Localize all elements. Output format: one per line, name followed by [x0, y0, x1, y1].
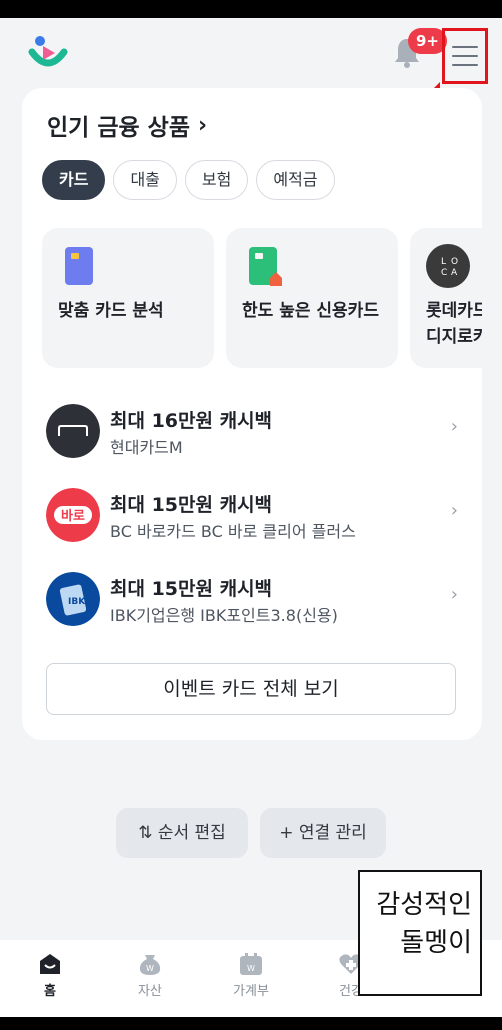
chevron-right-icon: › — [450, 416, 458, 437]
chevron-right-icon: › — [450, 500, 458, 521]
watermark-line2: 돌멩이 — [400, 928, 472, 958]
product-tiles: 맞춤 카드 분석 한도 높은 신용카드 L O C A 롯데카드 디지로카 — [42, 228, 482, 368]
hyundai-card-logo — [46, 404, 100, 458]
app-logo — [28, 36, 68, 67]
list-item[interactable]: 바로 최대 15만원 캐시백 BC 바로카드 BC 바로 클리어 플러스 › — [22, 472, 482, 556]
chevron-right-icon: › — [450, 584, 458, 605]
tile-lotte-card[interactable]: L O C A 롯데카드 디지로카 — [410, 228, 482, 368]
svg-text:W: W — [247, 964, 255, 973]
green-card-icon — [249, 247, 282, 286]
watermark: 감성적인 돌멩이 — [358, 870, 482, 996]
tile-high-limit-card[interactable]: 한도 높은 신용카드 — [226, 228, 398, 368]
tile-card-analysis[interactable]: 맞춤 카드 분석 — [42, 228, 214, 368]
nav-label: 가계부 — [233, 984, 269, 999]
offer-title: 최대 16만원 캐시백 — [110, 410, 273, 432]
nav-assets[interactable]: W 자산 — [115, 952, 185, 999]
menu-line — [452, 64, 478, 66]
view-all-cards-button[interactable]: 이벤트 카드 전체 보기 — [46, 663, 456, 715]
nav-label: 자산 — [138, 984, 162, 999]
calendar-icon: W — [240, 953, 262, 975]
tab-card[interactable]: 카드 — [42, 160, 106, 200]
list-item[interactable]: IBK 최대 15만원 캐시백 IBK기업은행 IBK포인트3.8(신용) › — [22, 556, 482, 640]
category-tabs: 카드 대출 보험 예적금 — [42, 160, 335, 200]
section-title-link[interactable]: 인기 금융 상품 › — [47, 108, 207, 142]
ibk-card-logo: IBK — [46, 572, 100, 626]
tile-label: 한도 높은 신용카드 — [242, 301, 379, 321]
offer-subtitle: 현대카드M — [110, 438, 183, 457]
list-item[interactable]: 최대 16만원 캐시백 현대카드M › — [22, 388, 482, 472]
tile-label: 롯데카드 디지로카 — [426, 301, 482, 347]
tab-insurance[interactable]: 보험 — [184, 160, 249, 200]
svg-text:O: O — [451, 257, 458, 267]
nav-budget[interactable]: W 가계부 — [216, 952, 286, 999]
home-icon — [40, 954, 60, 974]
tab-savings[interactable]: 예적금 — [256, 160, 335, 200]
svg-text:IBK: IBK — [68, 597, 86, 607]
hamburger-menu-icon[interactable] — [442, 28, 488, 84]
money-bag-icon: W — [139, 955, 161, 975]
app-screen: 9+ 인기 금융 상품 › 카드 대출 보험 예적금 맞춤 카드 분석 한도 높… — [0, 18, 502, 1017]
chevron-right-icon: › — [197, 112, 208, 138]
offer-subtitle: BC 바로카드 BC 바로 클리어 플러스 — [110, 522, 356, 541]
section-title: 인기 금융 상품 — [47, 115, 190, 141]
baro-logo-text: 바로 — [61, 508, 85, 524]
svg-text:A: A — [451, 268, 458, 278]
offer-subtitle: IBK기업은행 IBK포인트3.8(신용) — [110, 606, 338, 625]
card-offer-list: 최대 16만원 캐시백 현대카드M › 바로 최대 15만원 캐시백 BC 바로… — [22, 388, 482, 640]
reorder-button[interactable]: ⇅ 순서 편집 — [116, 808, 248, 858]
tab-loan[interactable]: 대출 — [113, 160, 177, 200]
menu-line — [452, 55, 478, 57]
svg-text:C: C — [441, 268, 447, 278]
watermark-line1: 감성적인 — [376, 890, 472, 920]
manage-connections-button[interactable]: + 연결 관리 — [260, 808, 386, 858]
nav-label: 홈 — [44, 984, 56, 999]
offer-title: 최대 15만원 캐시백 — [110, 578, 273, 600]
blue-card-icon — [65, 247, 93, 285]
svg-text:W: W — [146, 964, 154, 973]
loca-logo-icon: L O C A — [426, 244, 470, 288]
offer-title: 최대 15만원 캐시백 — [110, 494, 273, 516]
svg-text:L: L — [441, 257, 446, 267]
popular-products-card: 인기 금융 상품 › 카드 대출 보험 예적금 맞춤 카드 분석 한도 높은 신… — [22, 88, 482, 740]
tile-label: 맞춤 카드 분석 — [58, 301, 164, 321]
nav-home[interactable]: 홈 — [15, 952, 85, 999]
menu-line — [452, 46, 478, 48]
baro-card-logo: 바로 — [46, 488, 100, 542]
